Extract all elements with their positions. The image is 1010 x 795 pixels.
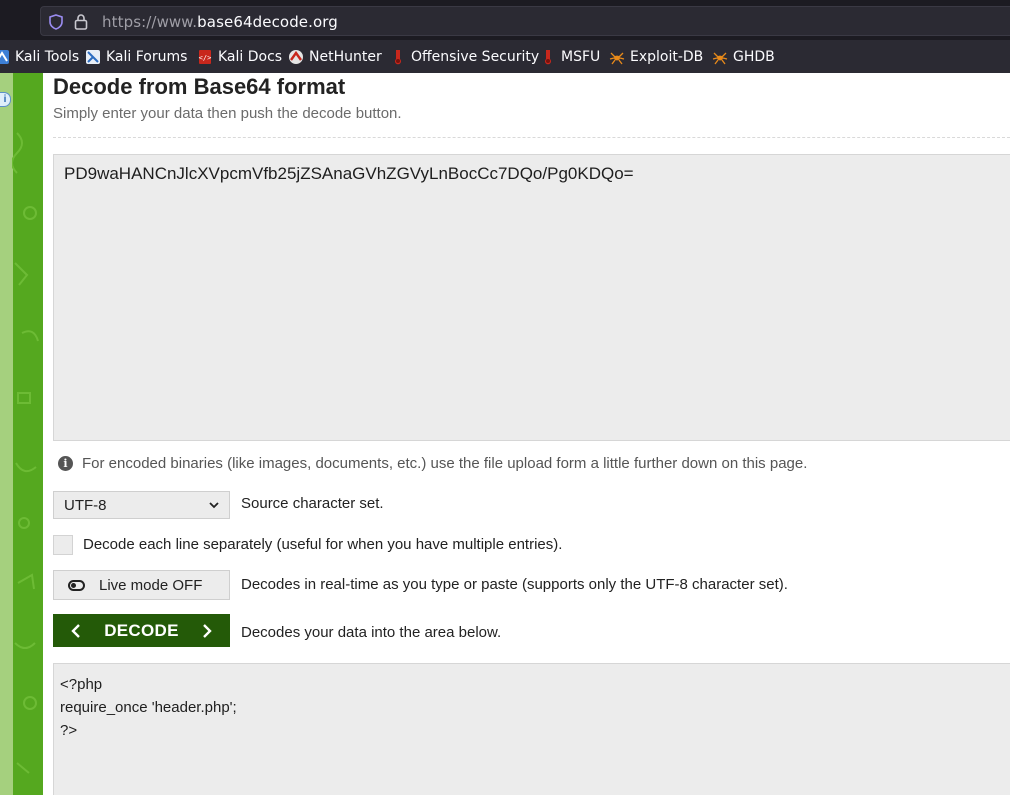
upload-note-text: For encoded binaries (like images, docum… <box>82 454 808 472</box>
svg-text:</>: </> <box>199 54 212 62</box>
charset-select[interactable]: UTF-8 <box>53 491 230 519</box>
output-line: <?php <box>60 676 103 693</box>
live-mode-button[interactable]: Live mode OFF <box>53 570 230 600</box>
bookmark-kali-forums[interactable]: Kali Forums <box>85 47 187 67</box>
kali-dragon-icon <box>0 50 9 64</box>
url-bar[interactable]: https://www.base64decode.org <box>40 6 1010 36</box>
bookmark-label: Kali Docs <box>218 49 283 65</box>
chevron-right-icon <box>203 623 212 638</box>
charset-label: Source character set. <box>241 495 384 512</box>
lock-icon[interactable] <box>74 13 88 30</box>
bookmark-msfu[interactable]: MSFU <box>540 47 600 67</box>
spider-icon <box>609 52 625 65</box>
bookmark-label: MSFU <box>561 49 601 65</box>
tracking-shield-icon[interactable] <box>49 14 63 30</box>
charset-selected-value: UTF-8 <box>64 496 107 514</box>
url-text[interactable]: https://www.base64decode.org <box>102 13 338 31</box>
spider-icon <box>712 52 728 65</box>
nethunter-icon <box>289 50 303 64</box>
decoded-output-textarea[interactable]: <?php require_once 'header.php'; ?> <box>53 663 1010 795</box>
kali-docs-icon: </> <box>199 50 212 64</box>
page-subtitle: Simply enter your data then push the dec… <box>53 105 402 122</box>
decode-description: Decodes your data into the area below. <box>241 624 502 641</box>
chevron-down-icon <box>209 502 219 509</box>
bookmark-label: Kali Tools <box>15 49 80 65</box>
main-content: Decode from Base64 format Simply enter y… <box>43 73 1010 795</box>
bookmark-offensive-security[interactable]: Offensive Security <box>390 47 539 67</box>
bookmark-exploit-db[interactable]: Exploit-DB <box>609 47 703 67</box>
output-line: require_once 'header.php'; <box>60 699 237 716</box>
bookmark-nethunter[interactable]: NetHunter <box>288 47 382 67</box>
url-domain: base64decode.org <box>197 13 338 31</box>
base64-input-textarea[interactable]: PD9waHANCnJlcXVpcmVfb25jZSAnaGVhZGVyLnBo… <box>53 154 1010 441</box>
url-prefix: https://www. <box>102 13 198 31</box>
upload-note: i For encoded binaries (like images, doc… <box>58 453 807 473</box>
decode-button[interactable]: DECODE <box>53 614 230 647</box>
bookmark-label: Kali Forums <box>106 49 188 65</box>
toggle-icon <box>68 579 85 591</box>
chevron-left-icon <box>71 623 80 638</box>
info-circle-icon: i <box>58 455 73 471</box>
bookmark-kali-docs[interactable]: </> Kali Docs <box>197 47 282 67</box>
page-title: Decode from Base64 format <box>53 74 346 99</box>
bookmark-ghdb[interactable]: GHDB <box>712 47 775 67</box>
dashed-separator <box>53 137 1010 138</box>
output-line: ?> <box>60 722 78 739</box>
doodle-pattern <box>12 132 39 774</box>
left-decorative-strip: i <box>0 73 43 795</box>
bookmark-label: Exploit-DB <box>630 49 704 65</box>
bookmark-label: Offensive Security <box>411 49 540 65</box>
bookmarks-toolbar: Kali Tools Kali Forums </> Kali Docs Net… <box>0 40 1010 73</box>
bookmark-kali-tools[interactable]: Kali Tools <box>0 47 79 67</box>
bookmark-label: GHDB <box>733 49 775 65</box>
live-mode-label: Live mode OFF <box>99 576 203 594</box>
live-mode-description: Decodes in real-time as you type or past… <box>241 576 788 593</box>
kali-dragon-icon <box>86 50 100 64</box>
decode-each-line-checkbox[interactable] <box>53 535 73 555</box>
decode-each-line-label[interactable]: Decode each line separately (useful for … <box>83 536 562 553</box>
offsec-icon <box>545 50 551 65</box>
browser-toolbar: https://www.base64decode.org <box>0 0 1010 40</box>
decode-button-label: DECODE <box>104 620 179 640</box>
offsec-icon <box>395 50 401 65</box>
bookmark-label: NetHunter <box>309 49 382 65</box>
